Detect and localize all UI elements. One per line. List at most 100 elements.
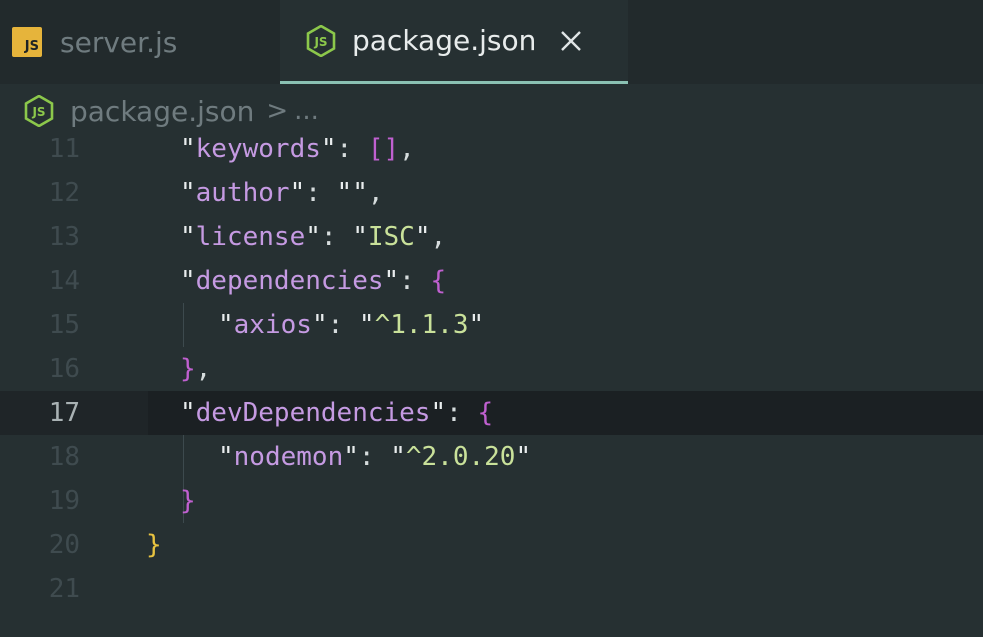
comma: , — [399, 134, 415, 164]
quote: " — [218, 310, 234, 340]
json-string: ISC — [367, 222, 415, 252]
line-number: 21 — [48, 574, 80, 604]
line-number: 13 — [48, 222, 80, 252]
line-number: 14 — [48, 266, 80, 296]
code-text: } — [146, 523, 162, 567]
quote: " — [383, 266, 400, 296]
quote: " — [390, 442, 406, 472]
colon: : — [327, 310, 359, 340]
code-text: }, — [180, 347, 211, 391]
json-string: ^2.0.20 — [405, 442, 516, 472]
quote: " — [414, 222, 431, 252]
line-number: 18 — [48, 442, 80, 472]
colon: : — [320, 222, 353, 252]
code-text: "keywords": [], — [180, 127, 415, 171]
breadcrumb-separator: > — [266, 96, 289, 126]
line-number: 12 — [48, 178, 80, 208]
json-key: devDependencies — [195, 398, 431, 428]
json-key: nodemon — [233, 442, 344, 472]
quote: " — [180, 134, 196, 164]
quote: " — [180, 222, 196, 252]
code-line[interactable]: 17 "devDependencies": { — [0, 391, 983, 435]
quote: " — [336, 178, 353, 208]
json-brace: } — [180, 486, 196, 516]
code-text: "axios": "^1.1.3" — [218, 303, 484, 347]
quote: " — [343, 442, 359, 472]
code-text: "devDependencies": { — [180, 391, 493, 435]
code-text: "license": "ISC", — [180, 215, 446, 259]
colon: : — [358, 442, 391, 472]
line-number: 17 — [48, 398, 80, 428]
comma: , — [367, 178, 384, 208]
quote: " — [305, 222, 321, 252]
code-text: "author": "", — [180, 171, 384, 215]
quote: " — [430, 398, 447, 428]
quote: " — [311, 310, 328, 340]
comma: , — [430, 222, 447, 252]
code-line[interactable]: 14 "dependencies": { — [0, 259, 983, 303]
quote: " — [180, 266, 196, 296]
quote: " — [468, 310, 485, 340]
json-brace: } — [146, 530, 162, 560]
node-icon: JS — [24, 95, 54, 127]
code-text: "nodemon": "^2.0.20" — [218, 435, 531, 479]
node-icon: JS — [306, 24, 336, 57]
json-string: ^1.1.3 — [374, 310, 469, 340]
json-key: keywords — [195, 134, 321, 164]
code-text: } — [180, 479, 196, 523]
json-key: axios — [233, 310, 312, 340]
indent-guide — [183, 435, 184, 479]
quote: " — [352, 222, 368, 252]
json-brace: } — [180, 354, 196, 384]
json-array: [] — [367, 134, 400, 164]
code-text: "dependencies": { — [180, 259, 446, 303]
quote: " — [358, 310, 375, 340]
code-line[interactable]: 19} — [0, 479, 983, 523]
code-line[interactable]: 13 "license": "ISC", — [0, 215, 983, 259]
colon: : — [399, 266, 431, 296]
close-icon[interactable] — [558, 28, 584, 54]
code-line[interactable]: 12 "author": "", — [0, 171, 983, 215]
colon: : — [305, 178, 337, 208]
quote: " — [352, 178, 368, 208]
code-line[interactable]: 18 "nodemon": "^2.0.20" — [0, 435, 983, 479]
comma: , — [195, 354, 212, 384]
indent-guide — [183, 303, 184, 347]
code-line[interactable]: 20} — [0, 523, 983, 567]
svg-text:JS: JS — [31, 105, 45, 119]
breadcrumb[interactable]: JS package.json > ... — [24, 94, 319, 128]
tab-bar: JS server.js JS package.json — [0, 0, 983, 84]
quote: " — [218, 442, 234, 472]
line-number: 16 — [48, 354, 80, 384]
json-brace: { — [430, 266, 447, 296]
tab-label: package.json — [352, 24, 537, 57]
json-key: author — [195, 178, 290, 208]
quote: " — [180, 178, 196, 208]
quote: " — [320, 134, 337, 164]
line-number: 19 — [48, 486, 80, 516]
quote: " — [515, 442, 532, 472]
json-key: dependencies — [195, 266, 384, 296]
line-number: 20 — [48, 530, 80, 560]
colon: : — [446, 398, 478, 428]
tab-package-json[interactable]: JS package.json — [280, 0, 628, 84]
quote: " — [180, 398, 196, 428]
code-line[interactable]: 21 — [0, 567, 983, 611]
json-key: license — [195, 222, 306, 252]
breadcrumb-file[interactable]: package.json — [70, 95, 254, 128]
json-brace: { — [477, 398, 494, 428]
colon: : — [336, 134, 368, 164]
tab-server-js[interactable]: JS server.js — [0, 0, 280, 84]
code-line[interactable]: 11 "keywords": [], — [0, 127, 983, 171]
js-icon: JS — [12, 27, 42, 57]
line-number: 11 — [48, 134, 80, 164]
quote: " — [289, 178, 306, 208]
editor-window: JS server.js JS package.json JS package.… — [0, 0, 983, 637]
line-number: 15 — [48, 310, 80, 340]
breadcrumb-more[interactable]: ... — [294, 96, 319, 126]
tab-label: server.js — [60, 25, 178, 59]
code-editor[interactable]: 11 "keywords": [], 12 "author": "", 13 "licen… — [0, 125, 983, 637]
code-line[interactable]: 16}, — [0, 347, 983, 391]
svg-text:JS: JS — [313, 35, 327, 49]
code-line[interactable]: 15 "axios": "^1.1.3" — [0, 303, 983, 347]
